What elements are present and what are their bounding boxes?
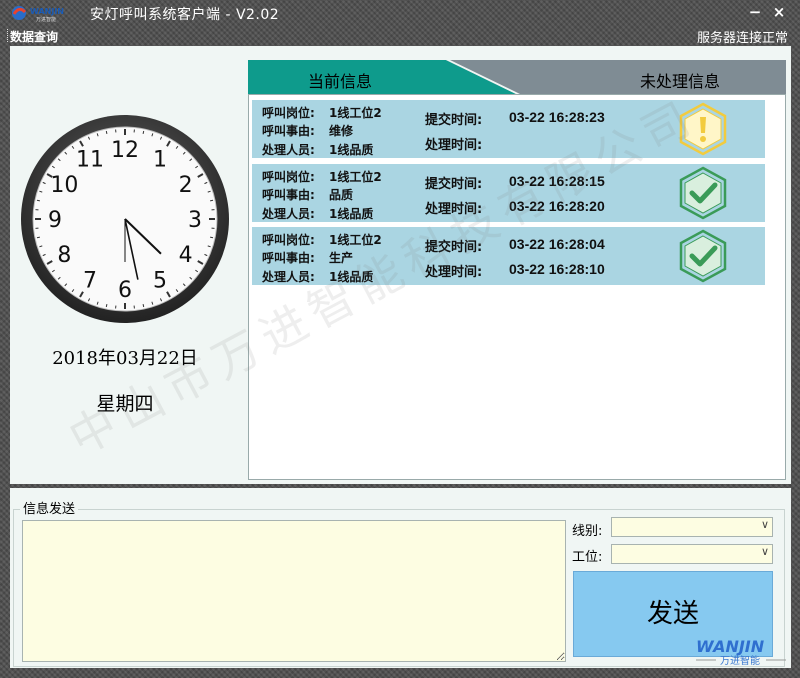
call-row[interactable]: 呼叫岗位: 呼叫事由: 处理人员: 1线工位2 维修 1线品质 提交时间: 处理时间: 03-2… [252,100,765,158]
submit-time-label: 提交时间: [425,177,483,192]
weekday-label: 星期四 [96,393,154,415]
menu-data-query[interactable]: 数据查询 [6,28,58,45]
clock-tick [142,130,145,135]
svg-text:万进智能: 万进智能 [36,16,56,22]
clock-numeral: 2 [179,173,193,198]
clock-numeral: 12 [111,138,139,163]
line-label: 线别: [572,524,603,539]
clock-numeral: 4 [179,243,193,268]
reason-label: 呼叫事由: [262,251,315,265]
message-input[interactable] [22,520,566,662]
window-title: 安灯呼叫系统客户端 - V2.02 [90,7,280,23]
handler-value: 1线品质 [329,270,374,284]
date-label: 2018年03月22日 [52,348,198,369]
tab-pending-info[interactable]: 未处理信息 [640,68,720,92]
clock-tick [105,130,108,135]
post-label: 呼叫岗位: [262,106,315,120]
clock-numeral: 6 [118,278,132,303]
handler-value: 1线品质 [329,207,374,221]
warning-icon [679,102,727,156]
reason-label: 呼叫事由: [262,188,315,202]
station-select[interactable]: ∨ [611,544,773,564]
process-time-label: 处理时间: [425,138,483,153]
handler-value: 1线品质 [329,143,374,157]
brand-logo: WANJIN 万进智能 [696,637,786,667]
call-row[interactable]: 呼叫岗位: 呼叫事由: 处理人员: 1线工位2 生产 1线品质 提交时间: 处理时间: 03-2… [252,227,765,285]
post-value: 1线工位2 [329,233,382,247]
station-label: 工位: [572,550,603,565]
brand-tagline: 万进智能 [720,654,760,667]
clock-tick [142,303,145,308]
clock-tick [209,236,214,239]
reason-value: 生产 [329,251,354,265]
minimize-button[interactable]: − [744,2,766,22]
analog-clock: 12 12 3 45678 9 1011 [21,115,229,323]
close-button[interactable]: × [768,2,790,22]
clock-tick [36,236,41,239]
title-bar: WANJIN 万进智能 安灯呼叫系统客户端 - V2.02 − × [0,0,800,26]
post-label: 呼叫岗位: [262,170,315,184]
clock-numeral: 9 [48,208,62,233]
handler-label: 处理人员: [262,207,315,221]
clock-numeral: 1 [153,147,167,172]
svg-text:WANJIN: WANJIN [30,7,64,16]
clock-numeral: 7 [83,269,97,294]
chevron-down-icon: ∨ [760,545,769,558]
post-label: 呼叫岗位: [262,233,315,247]
handler-label: 处理人员: [262,270,315,284]
app-logo-icon: WANJIN 万进智能 [12,6,64,22]
clock-numeral: 3 [188,208,202,233]
menu-bar: 数据查询 服务器连接正常 [0,26,800,46]
check-icon [679,229,727,283]
clock-tick [105,303,108,308]
process-time-value: 03-22 16:28:20 [509,198,605,214]
post-value: 1线工位2 [329,106,382,120]
send-group-title: 信息发送 [20,498,79,517]
post-value: 1线工位2 [329,170,382,184]
server-status: 服务器连接正常 [696,31,788,46]
handler-label: 处理人员: [262,143,315,157]
reason-value: 品质 [329,188,354,202]
clock-numeral: 5 [153,269,167,294]
tab-current-info[interactable]: 当前信息 [308,68,372,92]
check-icon [679,166,727,220]
process-time-label: 处理时间: [425,265,483,280]
line-select[interactable]: ∨ [611,517,773,537]
brand-logo-text: WANJIN [696,637,765,656]
clock-tick [209,199,214,202]
reason-value: 维修 [329,124,354,138]
process-time-value: 03-22 16:28:10 [509,261,605,277]
submit-time-label: 提交时间: [425,113,483,128]
clock-numeral: 10 [50,173,78,198]
clock-tick [36,199,41,202]
chevron-down-icon: ∨ [760,518,769,531]
submit-time-value: 03-22 16:28:23 [509,109,605,125]
submit-time-value: 03-22 16:28:04 [509,236,605,252]
clock-numeral: 11 [76,147,104,172]
submit-time-label: 提交时间: [425,240,483,255]
call-row[interactable]: 呼叫岗位: 呼叫事由: 处理人员: 1线工位2 品质 1线品质 提交时间: 处理时间: 03-2… [252,164,765,222]
clock-numeral: 8 [57,243,71,268]
reason-label: 呼叫事由: [262,124,315,138]
submit-time-value: 03-22 16:28:15 [509,173,605,189]
process-time-label: 处理时间: [425,202,483,217]
